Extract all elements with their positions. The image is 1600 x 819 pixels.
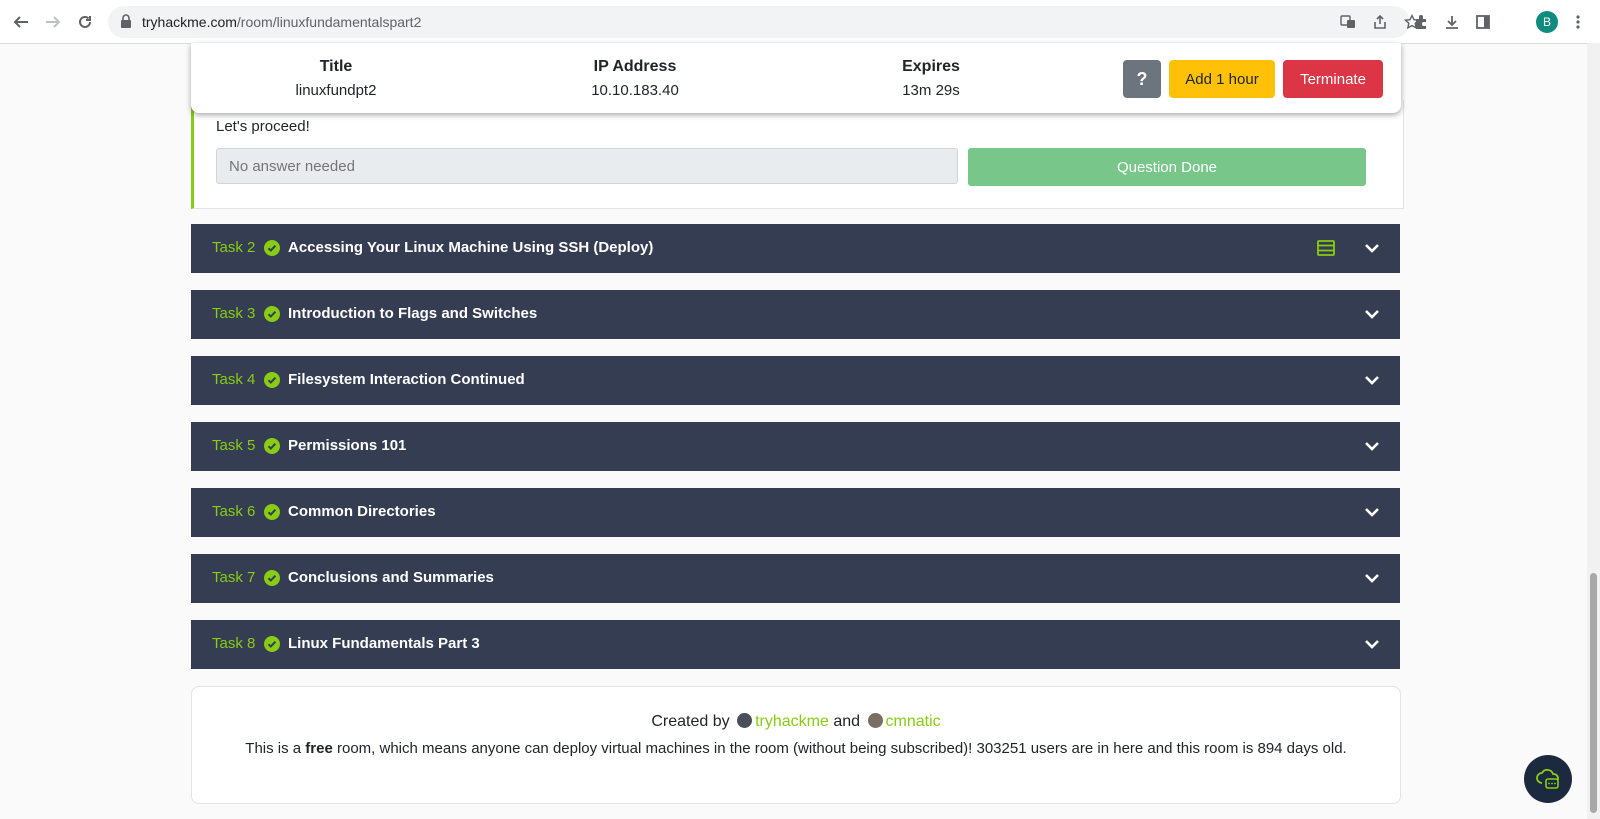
chevron-down-icon[interactable] xyxy=(1364,637,1380,651)
chat-cloud-icon xyxy=(1536,768,1559,789)
browser-toolbar: tryhackme.com/room/linuxfundamentalspart… xyxy=(0,0,1600,44)
check-circle-icon xyxy=(264,636,280,652)
check-circle-icon xyxy=(264,438,280,454)
task-title: Accessing Your Linux Machine Using SSH (… xyxy=(288,239,654,256)
machine-ip-value: 10.10.183.40 xyxy=(591,82,679,99)
check-circle-icon xyxy=(264,240,280,256)
profile-avatar[interactable]: B xyxy=(1536,11,1558,33)
help-button[interactable]: ? xyxy=(1123,60,1161,98)
forward-arrow-icon[interactable] xyxy=(41,10,65,34)
check-circle-icon xyxy=(264,306,280,322)
created-by-label: Created by xyxy=(651,713,730,730)
task-header-8[interactable]: Task 8 Linux Fundamentals Part 3 xyxy=(191,620,1400,669)
author-avatar xyxy=(867,713,883,728)
task-number: Task 7 xyxy=(212,569,256,586)
task-header-4[interactable]: Task 4 Filesystem Interaction Continued xyxy=(191,356,1400,405)
chevron-down-icon[interactable] xyxy=(1364,307,1380,321)
task-1-body: Let's proceed! Question Done xyxy=(191,100,1404,209)
task-title: Conclusions and Summaries xyxy=(288,569,494,586)
check-circle-icon xyxy=(264,372,280,388)
task-title: Introduction to Flags and Switches xyxy=(288,305,538,322)
machine-list-icon[interactable] xyxy=(1317,240,1335,256)
author-link-cmnatic[interactable]: cmnatic xyxy=(886,713,941,730)
machine-ip-label: IP Address xyxy=(593,58,677,75)
side-panel-icon[interactable] xyxy=(1472,11,1494,33)
task-header-7[interactable]: Task 7 Conclusions and Summaries xyxy=(191,554,1400,603)
task-number: Task 8 xyxy=(212,635,256,652)
task-title: Linux Fundamentals Part 3 xyxy=(288,635,480,652)
created-by-line: Created by tryhackme and cmnatic xyxy=(192,713,1400,731)
download-icon[interactable] xyxy=(1441,11,1463,33)
machine-info-card: Title linuxfundpt2 IP Address 10.10.183.… xyxy=(191,43,1401,113)
chevron-down-icon[interactable] xyxy=(1364,241,1380,255)
task-number: Task 4 xyxy=(212,371,256,388)
chevron-down-icon[interactable] xyxy=(1364,571,1380,585)
translate-icon[interactable] xyxy=(1338,12,1358,32)
chevron-down-icon[interactable] xyxy=(1364,505,1380,519)
page-scrollbar[interactable] xyxy=(1587,43,1600,819)
task-number: Task 6 xyxy=(212,503,256,520)
author-avatar xyxy=(737,713,753,728)
machine-title-value: linuxfundpt2 xyxy=(295,82,377,99)
room-description: This is a free room, which means anyone … xyxy=(245,740,1347,757)
task-number: Task 2 xyxy=(212,239,256,256)
machine-expires: Expires 13m 29s xyxy=(881,58,981,99)
machine-expires-value: 13m 29s xyxy=(902,82,960,99)
check-circle-icon xyxy=(264,570,280,586)
task-title: Permissions 101 xyxy=(288,437,407,454)
lock-icon xyxy=(120,14,132,33)
chat-support-button[interactable] xyxy=(1524,755,1572,803)
url-text: tryhackme.com/room/linuxfundamentalspart… xyxy=(142,14,422,30)
task-header-3[interactable]: Task 3 Introduction to Flags and Switche… xyxy=(191,290,1400,339)
check-circle-icon xyxy=(264,504,280,520)
machine-title: Title linuxfundpt2 xyxy=(277,58,395,99)
task-number: Task 5 xyxy=(212,437,256,454)
extensions-puzzle-icon[interactable] xyxy=(1410,11,1432,33)
task-header-5[interactable]: Task 5 Permissions 101 xyxy=(191,422,1400,471)
back-arrow-icon[interactable] xyxy=(9,10,33,34)
chevron-down-icon[interactable] xyxy=(1364,373,1380,387)
machine-expires-label: Expires xyxy=(902,58,960,75)
task-header-2[interactable]: Task 2 Accessing Your Linux Machine Usin… xyxy=(191,224,1400,273)
more-menu-icon[interactable] xyxy=(1567,11,1589,33)
room-info-card: Created by tryhackme and cmnatic This is… xyxy=(191,686,1401,804)
address-bar[interactable]: tryhackme.com/room/linuxfundamentalspart… xyxy=(108,6,1420,38)
machine-title-label: Title xyxy=(319,58,353,75)
task-title: Common Directories xyxy=(288,503,436,520)
terminate-button[interactable]: Terminate xyxy=(1283,60,1383,98)
answer-input[interactable] xyxy=(216,148,958,184)
author-link-tryhackme[interactable]: tryhackme xyxy=(755,713,829,730)
question-done-button[interactable]: Question Done xyxy=(968,148,1366,186)
task-header-6[interactable]: Task 6 Common Directories xyxy=(191,488,1400,537)
share-icon[interactable] xyxy=(1370,12,1390,32)
task-number: Task 3 xyxy=(212,305,256,322)
free-label: free xyxy=(305,740,333,757)
scrollbar-thumb[interactable] xyxy=(1590,573,1597,813)
task-title: Filesystem Interaction Continued xyxy=(288,371,525,388)
question-text: Let's proceed! xyxy=(216,118,310,135)
reload-icon[interactable] xyxy=(73,10,97,34)
add-hour-button[interactable]: Add 1 hour xyxy=(1169,60,1275,98)
chevron-down-icon[interactable] xyxy=(1364,439,1380,453)
machine-ip: IP Address 10.10.183.40 xyxy=(571,58,699,99)
and-text: and xyxy=(833,713,861,730)
